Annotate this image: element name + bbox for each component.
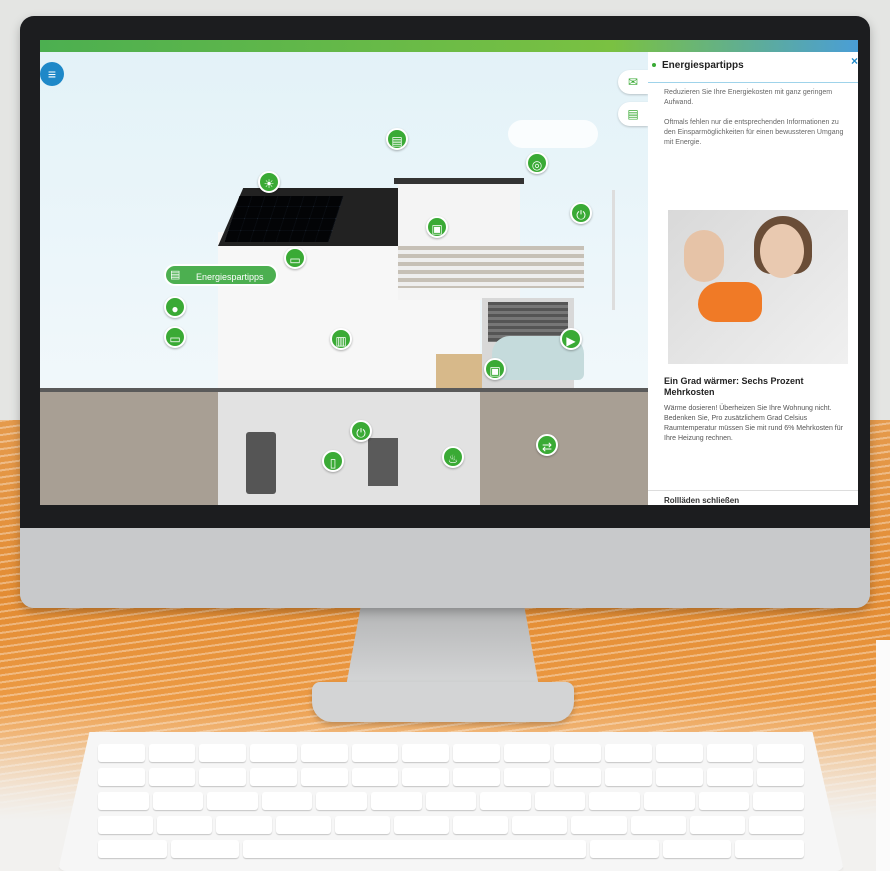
hotspot-ev[interactable]: ▶	[560, 328, 582, 350]
hotspot-plug[interactable]: ⏻	[570, 202, 592, 224]
panel-divider	[648, 490, 858, 491]
desk-card	[876, 640, 890, 871]
hotspot-bin[interactable]: ▯	[322, 450, 344, 472]
hotspot-device[interactable]: ▣	[426, 216, 448, 238]
tips-icon: ▤	[627, 107, 639, 121]
keyboard-row	[58, 840, 844, 858]
device-icon: ▣	[431, 222, 443, 236]
hotspot-label: Energiespartipps	[196, 272, 264, 282]
keyboard-row	[58, 792, 844, 810]
keyboard-row	[58, 768, 844, 786]
flame-icon: ♨	[447, 452, 459, 466]
keyboard-row	[58, 816, 844, 834]
panel-intro-2: Oftmals fehlen nur die entsprechenden In…	[664, 119, 844, 146]
water-tank	[246, 432, 276, 494]
upper-roof	[394, 178, 524, 184]
tip-title: Ein Grad wärmer: Sechs Prozent Mehrkoste…	[664, 376, 804, 397]
hotspot-power[interactable]: ⏻	[350, 420, 372, 442]
contact-button[interactable]: ✉	[618, 70, 648, 94]
hotspot-flame[interactable]: ♨	[442, 446, 464, 468]
monitor-stand	[345, 607, 540, 692]
hotspot-sun[interactable]: ☀	[258, 171, 280, 193]
panel-header: Energiespartipps ×	[648, 52, 858, 83]
bullet-icon	[652, 63, 656, 67]
battery-icon: ▭	[289, 253, 301, 267]
mail-icon: ✉	[627, 75, 639, 89]
hotspot-tips-top[interactable]: ▤	[386, 128, 408, 150]
piggy-bank	[698, 282, 762, 322]
next-tip[interactable]: Rollläden schließen	[664, 496, 739, 505]
hotspot-heater[interactable]: ▥	[330, 328, 352, 350]
chat-icon: ●	[171, 302, 179, 316]
photo-face	[760, 224, 804, 278]
top-bar	[40, 40, 858, 52]
sun-icon: ☀	[263, 177, 275, 191]
piggy-bank-image	[668, 210, 848, 364]
tips-button[interactable]: ▤	[618, 102, 648, 126]
hotspot-battery[interactable]: ▭	[284, 247, 306, 269]
solar-panels	[224, 196, 344, 242]
balcony	[398, 246, 584, 288]
plug-icon: ⏻	[356, 426, 366, 440]
tip-body: Wärme dosieren! Überheizen Sie Ihre Wohn…	[664, 405, 843, 442]
keyboard	[58, 732, 844, 871]
menu-icon: ≡	[47, 66, 57, 82]
bin-icon: ▯	[329, 456, 337, 470]
panel-intro: Reduzieren Sie Ihre Energiekosten mit ga…	[664, 88, 844, 158]
hotspot-network[interactable]: ⇄	[536, 434, 558, 456]
hotspot-energiespartipps[interactable]: ▤ Energiespartipps	[164, 264, 278, 286]
heater-icon: ▥	[335, 334, 347, 348]
boxes	[436, 354, 482, 388]
hotspot-screen[interactable]: ▭	[164, 326, 186, 348]
monitor-chin	[20, 528, 870, 608]
panel-title: Energiespartipps	[662, 60, 744, 71]
cloud	[508, 120, 598, 148]
wallbox-icon: ▣	[489, 364, 501, 378]
keyboard-row	[58, 744, 844, 762]
monitor-stand-base	[312, 682, 574, 722]
wind-turbine	[612, 190, 615, 310]
close-icon[interactable]: ×	[851, 54, 858, 68]
photo-arm	[684, 230, 724, 282]
home-battery	[368, 438, 398, 486]
tips-panel: Energiespartipps × Reduzieren Sie Ihre E…	[648, 52, 858, 505]
panel-intro-1: Reduzieren Sie Ihre Energiekosten mit ga…	[664, 89, 833, 106]
screen: ≡ ✉ ▤ ☀ ▤ ◎ ⏻ ▣ ▭ ▤ Energiespartipps ● ▭…	[40, 40, 858, 505]
hotspot-chat[interactable]: ●	[164, 296, 186, 318]
hotspot-wallbox[interactable]: ▣	[484, 358, 506, 380]
tips-icon: ▤	[170, 269, 181, 281]
globe-icon: ◎	[531, 158, 543, 172]
plug-icon: ⏻	[576, 208, 586, 222]
tips-icon: ▤	[391, 134, 403, 148]
hotspot-globe[interactable]: ◎	[526, 152, 548, 174]
screen-icon: ▭	[169, 332, 181, 346]
network-icon: ⇄	[541, 440, 553, 454]
car-icon: ▶	[566, 334, 576, 348]
menu-button[interactable]: ≡	[40, 62, 64, 86]
